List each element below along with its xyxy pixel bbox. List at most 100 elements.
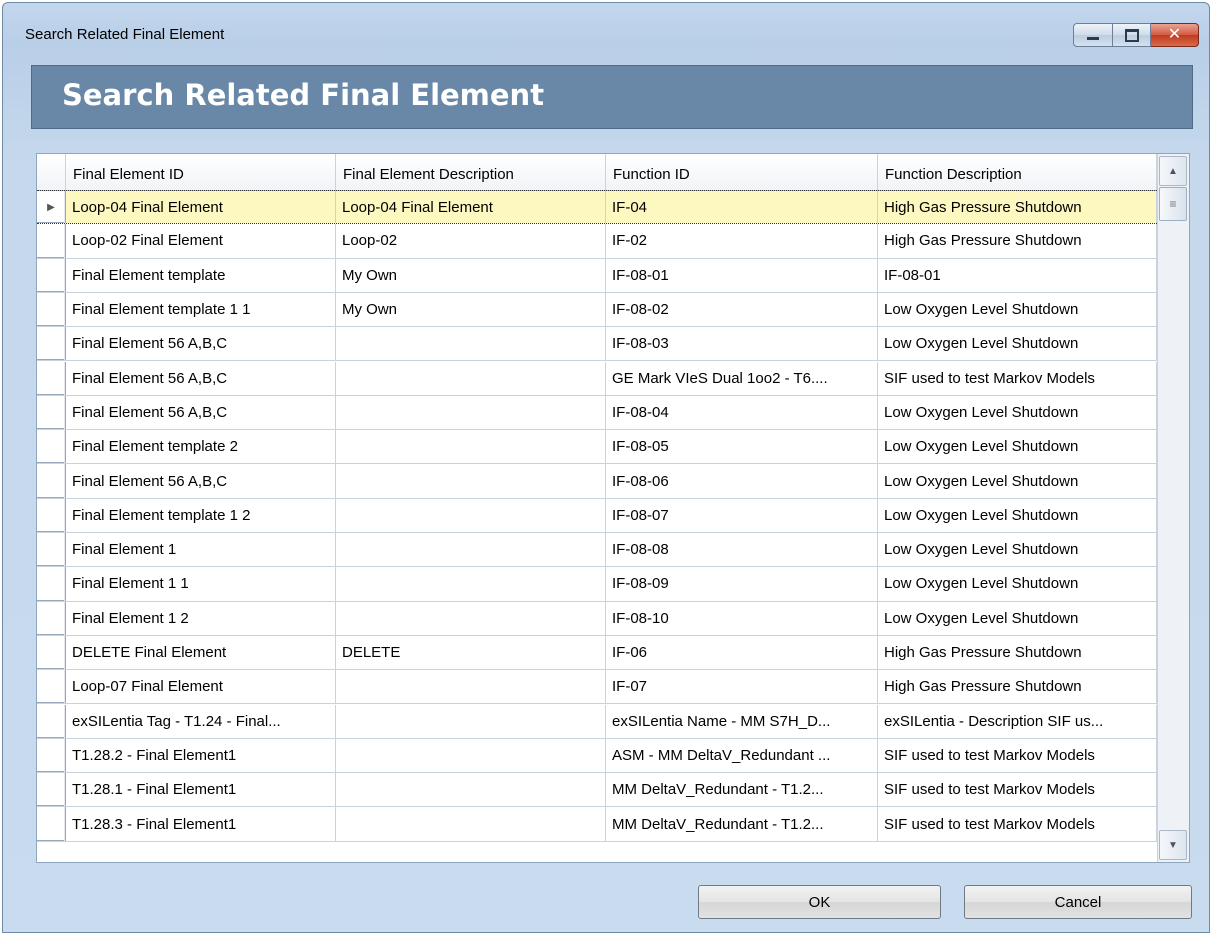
cell-final-element-description[interactable]: DELETE	[336, 635, 606, 670]
cell-final-element-description[interactable]	[336, 533, 606, 567]
cell-final-element-description[interactable]	[336, 807, 606, 841]
table-row[interactable]: Final Element 56 A,B,C IF-08-06 Low Oxygen…	[37, 464, 1157, 499]
cell-final-element-id[interactable]: Final Element 56 A,B,C	[66, 327, 336, 361]
cell-function-id[interactable]: IF-08-04	[606, 395, 878, 430]
vertical-scrollbar[interactable]: ▲ ≡ ▼	[1157, 154, 1189, 862]
cell-function-description[interactable]: SIF used to test Markov Models	[878, 738, 1157, 773]
cell-final-element-id[interactable]: DELETE Final Element	[66, 635, 336, 670]
row-header[interactable]	[37, 567, 66, 601]
table-row[interactable]: Final Element 56 A,B,C IF-08-04 Low Oxygen…	[37, 395, 1157, 431]
table-row[interactable]: Final Element 56 A,B,C GE Mark VIeS Dual …	[37, 361, 1157, 396]
row-header[interactable]	[37, 670, 66, 704]
column-header-function-id[interactable]: Function ID	[606, 154, 878, 190]
cell-final-element-id[interactable]: exSILentia Tag - T1.24 - Final...	[66, 704, 336, 738]
table-row[interactable]: Final Element template My Own IF-08-01 IF-0…	[37, 258, 1157, 293]
minimize-button[interactable]	[1073, 23, 1113, 47]
cell-final-element-description[interactable]	[336, 704, 606, 738]
cell-function-description[interactable]: Low Oxygen Level Shutdown	[878, 430, 1157, 464]
cell-final-element-description[interactable]	[336, 464, 606, 498]
row-header[interactable]	[37, 430, 66, 464]
cell-final-element-id[interactable]: Final Element 56 A,B,C	[66, 464, 336, 498]
cell-function-id[interactable]: IF-08-07	[606, 498, 878, 532]
cell-final-element-description[interactable]	[336, 430, 606, 464]
close-button[interactable]: ✕	[1151, 23, 1199, 47]
row-header[interactable]	[37, 533, 66, 567]
cell-function-description[interactable]: SIF used to test Markov Models	[878, 773, 1157, 807]
row-header[interactable]	[37, 807, 66, 841]
cell-final-element-id[interactable]: Final Element 1	[66, 533, 336, 567]
cell-function-description[interactable]: Low Oxygen Level Shutdown	[878, 567, 1157, 601]
cell-final-element-description[interactable]	[336, 670, 606, 704]
cell-function-id[interactable]: MM DeltaV_Redundant - T1.2...	[606, 807, 878, 841]
cell-function-description[interactable]: Low Oxygen Level Shutdown	[878, 464, 1157, 498]
table-row[interactable]: T1.28.1 - Final Element1 MM DeltaV_Redund…	[37, 773, 1157, 808]
cell-function-description[interactable]: Low Oxygen Level Shutdown	[878, 601, 1157, 635]
cell-final-element-description[interactable]: Loop-04 Final Element	[336, 191, 606, 224]
cell-function-description[interactable]: High Gas Pressure Shutdown	[878, 224, 1157, 258]
cell-function-id[interactable]: ASM - MM DeltaV_Redundant ...	[606, 738, 878, 773]
cell-final-element-id[interactable]: T1.28.2 - Final Element1	[66, 738, 336, 773]
scroll-up-button[interactable]: ▲	[1159, 156, 1187, 186]
row-header[interactable]	[37, 327, 66, 361]
cell-final-element-id[interactable]: Final Element template 1 2	[66, 498, 336, 532]
cell-final-element-description[interactable]: My Own	[336, 292, 606, 327]
table-row[interactable]: Loop-02 Final Element Loop-02 IF-02 High Ga…	[37, 224, 1157, 259]
cell-function-description[interactable]: Low Oxygen Level Shutdown	[878, 327, 1157, 361]
cell-function-description[interactable]: Low Oxygen Level Shutdown	[878, 533, 1157, 567]
cell-final-element-id[interactable]: Final Element 1 2	[66, 601, 336, 635]
column-header-final-element-id[interactable]: Final Element ID	[66, 154, 336, 190]
row-header[interactable]	[37, 395, 66, 430]
ok-button[interactable]: OK	[698, 885, 941, 919]
cell-final-element-description[interactable]	[336, 395, 606, 430]
cell-function-id[interactable]: IF-08-09	[606, 567, 878, 601]
row-header[interactable]	[37, 635, 66, 670]
table-row[interactable]: Final Element 1 IF-08-08 Low Oxygen Level …	[37, 533, 1157, 568]
cell-function-description[interactable]: High Gas Pressure Shutdown	[878, 670, 1157, 704]
table-row[interactable]: Loop-07 Final Element IF-07 High Gas Press…	[37, 670, 1157, 705]
row-header[interactable]	[37, 601, 66, 635]
cell-function-id[interactable]: exSILentia Name - MM S7H_D...	[606, 704, 878, 738]
table-row[interactable]: Final Element template 1 2 IF-08-07 Low Ox…	[37, 498, 1157, 533]
cell-final-element-id[interactable]: Final Element template 2	[66, 430, 336, 464]
cell-function-id[interactable]: IF-08-03	[606, 327, 878, 361]
table-row[interactable]: ▶ Loop-04 Final Element Loop-04 Final Elem…	[37, 190, 1157, 225]
cell-final-element-id[interactable]: Final Element template	[66, 258, 336, 292]
cell-function-description[interactable]: Low Oxygen Level Shutdown	[878, 395, 1157, 430]
cell-function-id[interactable]: MM DeltaV_Redundant - T1.2...	[606, 773, 878, 807]
cancel-button[interactable]: Cancel	[964, 885, 1192, 919]
table-row[interactable]: DELETE Final Element DELETE IF-06 High Gas …	[37, 635, 1157, 671]
cell-final-element-description[interactable]	[336, 361, 606, 395]
cell-final-element-description[interactable]	[336, 738, 606, 773]
table-row[interactable]: Final Element template 1 1 My Own IF-08-02…	[37, 292, 1157, 328]
row-header[interactable]: ▶	[37, 191, 66, 224]
cell-function-description[interactable]: High Gas Pressure Shutdown	[878, 191, 1157, 224]
cell-final-element-description[interactable]	[336, 773, 606, 807]
row-header[interactable]	[37, 738, 66, 773]
cell-function-id[interactable]: IF-07	[606, 670, 878, 704]
cell-final-element-id[interactable]: T1.28.1 - Final Element1	[66, 773, 336, 807]
column-header-function-description[interactable]: Function Description	[878, 154, 1157, 190]
cell-final-element-description[interactable]	[336, 601, 606, 635]
cell-function-description[interactable]: IF-08-01	[878, 258, 1157, 292]
row-header[interactable]	[37, 224, 66, 258]
cell-final-element-id[interactable]: Final Element 1 1	[66, 567, 336, 601]
table-row[interactable]: Final Element template 2 IF-08-05 Low Oxyg…	[37, 430, 1157, 465]
row-header[interactable]	[37, 258, 66, 292]
row-header[interactable]	[37, 361, 66, 395]
cell-function-description[interactable]: exSILentia - Description SIF us...	[878, 704, 1157, 738]
results-grid[interactable]: Final Element ID Final Element Descripti…	[36, 153, 1190, 863]
cell-function-description[interactable]: SIF used to test Markov Models	[878, 361, 1157, 395]
title-bar[interactable]: Search Related Final Element ✕	[3, 3, 1209, 61]
table-row[interactable]: Final Element 56 A,B,C IF-08-03 Low Oxygen…	[37, 327, 1157, 362]
row-header[interactable]	[37, 464, 66, 498]
cell-final-element-description[interactable]	[336, 327, 606, 361]
table-row[interactable]: T1.28.2 - Final Element1 ASM - MM DeltaV_…	[37, 738, 1157, 774]
cell-final-element-description[interactable]	[336, 498, 606, 532]
table-row[interactable]: Final Element 1 2 IF-08-10 Low Oxygen Leve…	[37, 601, 1157, 636]
cell-final-element-id[interactable]: Final Element template 1 1	[66, 292, 336, 327]
cell-function-description[interactable]: Low Oxygen Level Shutdown	[878, 292, 1157, 327]
cell-function-id[interactable]: IF-04	[606, 191, 878, 224]
scroll-thumb[interactable]: ≡	[1159, 187, 1187, 221]
cell-function-id[interactable]: IF-08-08	[606, 533, 878, 567]
cell-final-element-description[interactable]: Loop-02	[336, 224, 606, 258]
